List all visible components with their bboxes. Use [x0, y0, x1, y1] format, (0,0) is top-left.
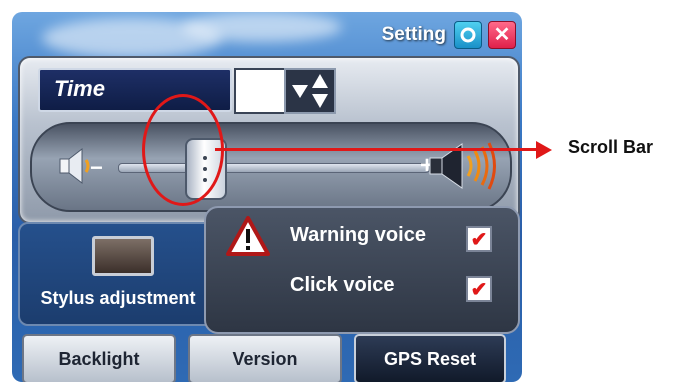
time-volume-panel: Time − + — [18, 56, 520, 224]
volume-minus-label: − — [90, 155, 103, 180]
stylus-adjustment-label: Stylus adjustment — [40, 288, 196, 308]
scroll-bar-callout: Scroll Bar — [568, 137, 654, 157]
gps-reset-button[interactable]: GPS Reset — [354, 334, 506, 382]
backlight-button[interactable]: Backlight — [22, 334, 176, 382]
callout-arrow — [536, 141, 552, 159]
version-button[interactable]: Version — [188, 334, 342, 382]
stylus-adjustment-button[interactable] — [92, 236, 154, 276]
volume-low-icon — [59, 147, 90, 185]
title-bar: Setting ✕ — [382, 20, 516, 50]
settings-window: Setting ✕ Time − + Stylus adjustment War… — [12, 12, 522, 382]
time-label: Time — [54, 76, 105, 101]
voice-panel: Warning voice ✔ Click voice ✔ — [204, 206, 520, 334]
time-increase-decrease-icon[interactable] — [311, 73, 329, 109]
warning-icon — [226, 216, 270, 256]
time-spinner[interactable] — [284, 68, 336, 114]
scroll-bar-highlight-circle — [142, 94, 224, 206]
close-icon[interactable]: ✕ — [488, 21, 516, 49]
settings-icon[interactable] — [454, 21, 482, 49]
click-voice-checkbox[interactable]: ✔ — [466, 276, 492, 302]
click-voice-label: Click voice — [290, 274, 395, 296]
time-value-field[interactable] — [234, 68, 286, 114]
cloud-decoration — [182, 12, 342, 42]
window-title: Setting — [381, 24, 446, 45]
time-decrease-icon[interactable] — [291, 83, 309, 99]
stylus-panel: Stylus adjustment — [18, 222, 218, 326]
warning-voice-checkbox[interactable]: ✔ — [466, 226, 492, 252]
callout-line — [215, 148, 540, 151]
warning-voice-label: Warning voice — [290, 224, 426, 246]
volume-scroll-bar[interactable]: − + — [30, 122, 512, 212]
